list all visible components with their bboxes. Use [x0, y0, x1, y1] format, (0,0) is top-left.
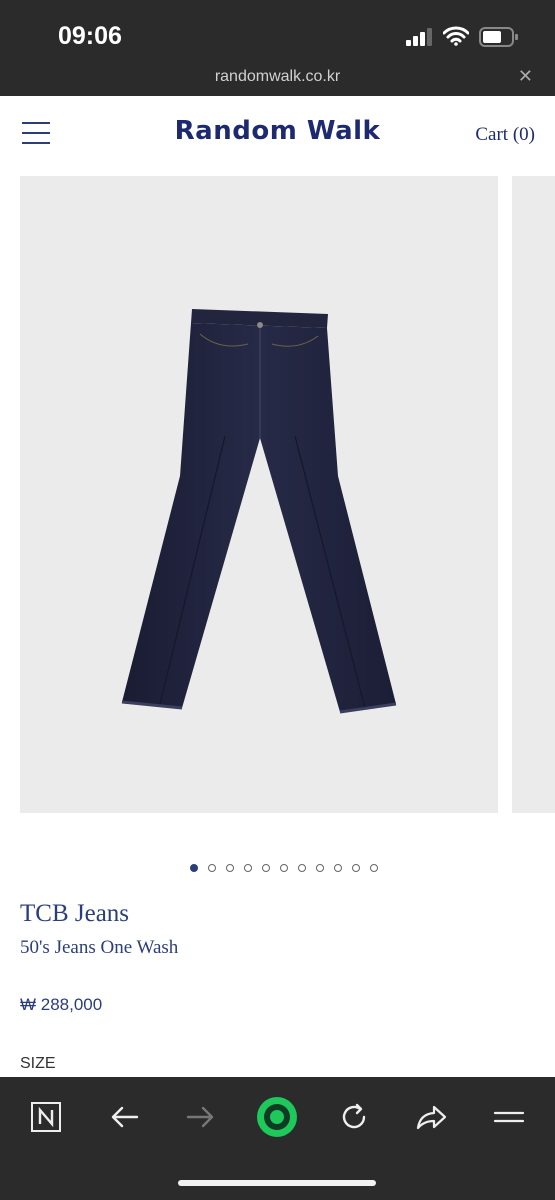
signal-icon	[406, 28, 432, 46]
green-circle-icon[interactable]	[255, 1095, 299, 1139]
gallery-dot[interactable]	[244, 864, 252, 872]
back-arrow-icon[interactable]	[102, 1095, 146, 1139]
gallery-dot[interactable]	[370, 864, 378, 872]
jeans-illustration	[121, 309, 397, 714]
gallery-dot[interactable]	[334, 864, 342, 872]
gallery-dot[interactable]	[190, 864, 198, 872]
forward-arrow-icon[interactable]	[179, 1095, 223, 1139]
naver-n-icon[interactable]	[24, 1095, 68, 1139]
product-name: 50's Jeans One Wash	[20, 937, 179, 958]
gallery-pagination[interactable]	[190, 864, 378, 876]
gallery-dot[interactable]	[280, 864, 288, 872]
reload-icon[interactable]	[332, 1095, 376, 1139]
share-icon[interactable]	[409, 1095, 453, 1139]
product-price: ₩ 288,000	[20, 995, 103, 1014]
status-time: 09:06	[58, 22, 122, 50]
next-product-image[interactable]	[512, 176, 555, 813]
gallery-dot[interactable]	[316, 864, 324, 872]
site-logo[interactable]: Random Walk	[0, 116, 555, 146]
url-bar[interactable]: randomwalk.co.kr	[0, 68, 555, 86]
gallery-dot[interactable]	[208, 864, 216, 872]
product-brand[interactable]: TCB Jeans	[20, 900, 129, 928]
gallery-dot[interactable]	[352, 864, 360, 872]
size-label: SIZE	[20, 1055, 56, 1072]
product-image[interactable]	[20, 176, 498, 813]
gallery-dot[interactable]	[262, 864, 270, 872]
close-icon[interactable]: ✕	[518, 66, 533, 87]
wifi-icon	[443, 26, 469, 46]
gallery-dot[interactable]	[298, 864, 306, 872]
cart-link[interactable]: Cart (0)	[475, 124, 535, 146]
menu-icon[interactable]	[487, 1095, 531, 1139]
home-indicator	[178, 1180, 376, 1186]
battery-icon	[479, 27, 518, 47]
gallery-dot[interactable]	[226, 864, 234, 872]
